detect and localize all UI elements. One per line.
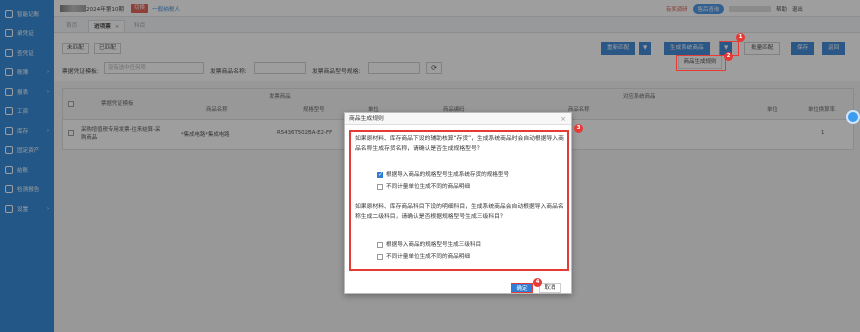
checkbox[interactable] bbox=[377, 254, 383, 260]
assistant-avatar-icon[interactable] bbox=[846, 110, 860, 124]
rule-paragraph-subject: 如果原材料、库存商品科目下设的明细科目，生成系统商品会自动根据导入商品名称生成二… bbox=[355, 204, 564, 220]
callout-badge-3: 3 bbox=[574, 124, 583, 133]
option-label: 不同计量单位生成不同的商品明细 bbox=[386, 184, 470, 190]
option-label: 根据导入商品的规格型号生成三级科目 bbox=[386, 242, 482, 248]
dialog-rules-panel: 如果原材料、库存商品下设的辅助核算“存货”，生成系统商品时会自动根据导入商品名称… bbox=[349, 130, 569, 271]
callout-badge-1: 1 bbox=[736, 33, 745, 42]
checkbox[interactable] bbox=[377, 184, 383, 190]
goods-rule-dialog: 商品生成规则 × 如果原材料、库存商品下设的辅助核算“存货”，生成系统商品时会自… bbox=[344, 112, 572, 294]
option-label: 根据导入商品的规格型号生成系统存货的规格型号 bbox=[386, 172, 510, 178]
rule-paragraph-inventory: 如果原材料、库存商品下设的辅助核算“存货”，生成系统商品时会自动根据导入商品名称… bbox=[355, 136, 564, 152]
option-generate-spec[interactable]: 根据导入商品的规格型号生成系统存货的规格型号 bbox=[377, 170, 509, 180]
option-third-level-subject[interactable]: 根据导入商品的规格型号生成三级科目 bbox=[377, 240, 481, 250]
option-unit-detail-1[interactable]: 不同计量单位生成不同的商品明细 bbox=[377, 182, 470, 192]
cancel-button[interactable]: 取消 bbox=[539, 283, 561, 293]
confirm-button[interactable]: 确定 bbox=[511, 283, 533, 293]
checkbox[interactable] bbox=[377, 242, 383, 248]
callout-badge-2: 2 bbox=[724, 52, 733, 61]
dialog-title: 商品生成规则 bbox=[345, 113, 571, 125]
callout-badge-4: 4 bbox=[533, 278, 542, 287]
highlight-box-menu bbox=[676, 55, 726, 71]
option-unit-detail-2[interactable]: 不同计量单位生成不同的商品明细 bbox=[377, 252, 470, 262]
checkbox-checked[interactable] bbox=[377, 170, 383, 180]
close-icon[interactable]: × bbox=[560, 113, 566, 125]
option-label: 不同计量单位生成不同的商品明细 bbox=[386, 254, 470, 260]
